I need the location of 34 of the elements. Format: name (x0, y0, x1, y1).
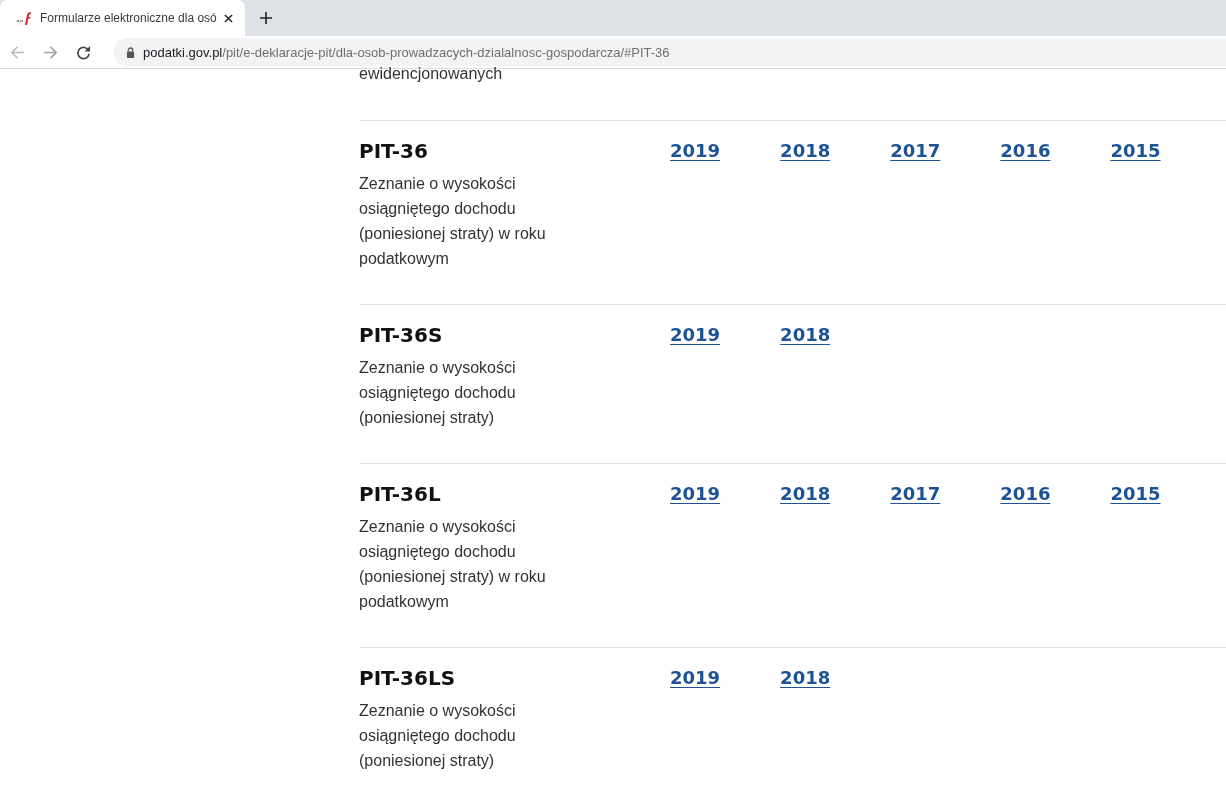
close-icon[interactable] (224, 13, 233, 23)
lock-icon (126, 46, 135, 58)
year-link[interactable]: 2019 (670, 137, 721, 165)
forward-arrow-icon[interactable] (43, 44, 58, 60)
form-description: Zeznanie o wysokości osiągniętego dochodu (poniesionej straty) w roku podatkowym (359, 517, 547, 612)
year-link[interactable]: 2018 (780, 480, 831, 508)
year-link[interactable]: 2018 (780, 321, 831, 349)
form-description: Zeznanie o wysokości osiągniętego dochodu (poniesionej straty) (359, 358, 517, 428)
year-link[interactable]: 2015 (1110, 137, 1161, 165)
year-link[interactable]: 2017 (890, 137, 941, 165)
address-bar[interactable]: podatki.gov.pl/pit/e-deklaracje-pit/dla-osob-prowadzacych-dzialalnosc-gospodarcza/#PIT-36 (113, 38, 1226, 66)
year-link[interactable]: 2019 (670, 664, 721, 692)
year-link[interactable]: 2018 (780, 664, 831, 692)
year-link[interactable]: 2016 (1000, 480, 1051, 508)
form-title: PIT-36 (359, 138, 429, 165)
form-description: Zeznanie o wysokości osiągniętego dochodu (poniesionej straty) (359, 701, 517, 771)
year-link[interactable]: 2015 (1110, 480, 1161, 508)
form-title: PIT-36LS (359, 665, 457, 692)
year-link[interactable]: 2018 (780, 137, 831, 165)
browser-tab[interactable]: Formularze elektroniczne dla osó (0, 0, 245, 36)
url-path: /pit/e-deklaracje-pit/dla-osob-prowadzacych-dzialalnosc-gospodarcza/#PIT-36 (222, 44, 670, 60)
year-link[interactable]: 2019 (670, 480, 721, 508)
form-description: Zeznanie o wysokości osiągniętego dochodu (poniesionej straty) w roku podatkowym (359, 174, 547, 269)
form-title: PIT-36S (359, 322, 444, 349)
url-host: podatki.gov.pl (143, 44, 223, 60)
site-logo-icon (16, 10, 32, 26)
tab-title: Formularze elektroniczne dla osó (40, 11, 218, 25)
year-link[interactable]: 2016 (1000, 137, 1051, 165)
new-tab-plus-icon[interactable] (260, 12, 272, 24)
reload-icon[interactable] (76, 44, 91, 60)
year-link[interactable]: 2017 (890, 480, 941, 508)
form-description: ewidencjonowanych (359, 64, 504, 84)
year-link[interactable]: 2019 (670, 321, 721, 349)
form-title: PIT-36L (359, 481, 442, 508)
